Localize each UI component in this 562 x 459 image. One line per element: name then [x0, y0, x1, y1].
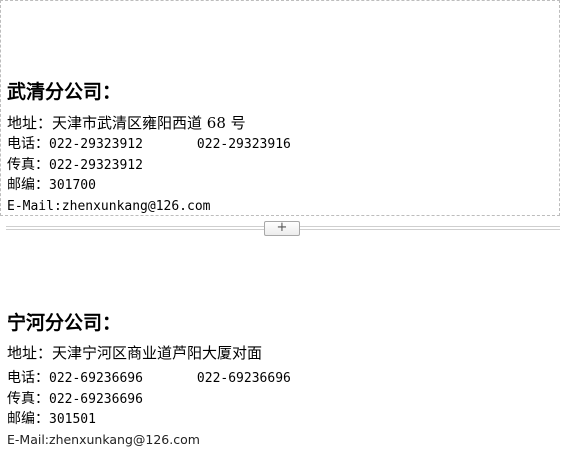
wuqing-fax-line: 传真：022-29323912 [7, 156, 143, 175]
wuqing-fax-label: 传真： [7, 157, 49, 173]
ninghe-phone-line: 电话：022-69236696 022-69236696 [7, 369, 291, 388]
wuqing-fax: 022-29323912 [49, 158, 143, 173]
ninghe-phone-label: 电话： [7, 370, 49, 386]
ninghe-phone-2: 022-69236696 [196, 371, 291, 386]
wuqing-address-line: 地址：天津市武清区雍阳西道 68 号 [7, 114, 246, 133]
ninghe-fax-line: 传真：022-69236696 [7, 390, 143, 409]
wuqing-address-label: 地址： [7, 114, 53, 132]
wuqing-branch-heading: 武清分公司： [7, 81, 122, 103]
wuqing-phone-2: 022-29323916 [196, 137, 291, 152]
wuqing-phone-1: 022-29323912 [49, 137, 143, 152]
ninghe-fax-label: 传真： [7, 391, 49, 407]
ninghe-address: 天津宁河区商业道芦阳大厦对面 [52, 344, 263, 362]
ninghe-email: E-Mail:zhenxunkang@126.com [7, 432, 200, 447]
ninghe-address-label: 地址： [7, 344, 53, 362]
ninghe-postcode-line: 邮编：301501 [7, 410, 96, 429]
ninghe-postcode-label: 邮编： [7, 411, 49, 427]
wuqing-postcode-label: 邮编： [7, 177, 49, 193]
ninghe-address-line: 地址：天津宁河区商业道芦阳大厦对面 [7, 344, 262, 363]
wuqing-address: 天津市武清区雍阳西道 68 号 [52, 114, 246, 132]
expand-button[interactable]: + [264, 221, 300, 236]
ninghe-branch-heading: 宁河分公司： [7, 312, 122, 334]
ninghe-postcode: 301501 [49, 412, 96, 427]
wuqing-postcode: 301700 [49, 178, 96, 193]
ninghe-fax: 022-69236696 [49, 392, 143, 407]
wuqing-phone-label: 电话： [7, 136, 49, 152]
wuqing-postcode-line: 邮编：301700 [7, 176, 96, 195]
ninghe-phone-1: 022-69236696 [49, 371, 143, 386]
wuqing-email: E-Mail:zhenxunkang@126.com [7, 199, 211, 214]
wuqing-phone-line: 电话：022-29323912 022-29323916 [7, 135, 291, 154]
